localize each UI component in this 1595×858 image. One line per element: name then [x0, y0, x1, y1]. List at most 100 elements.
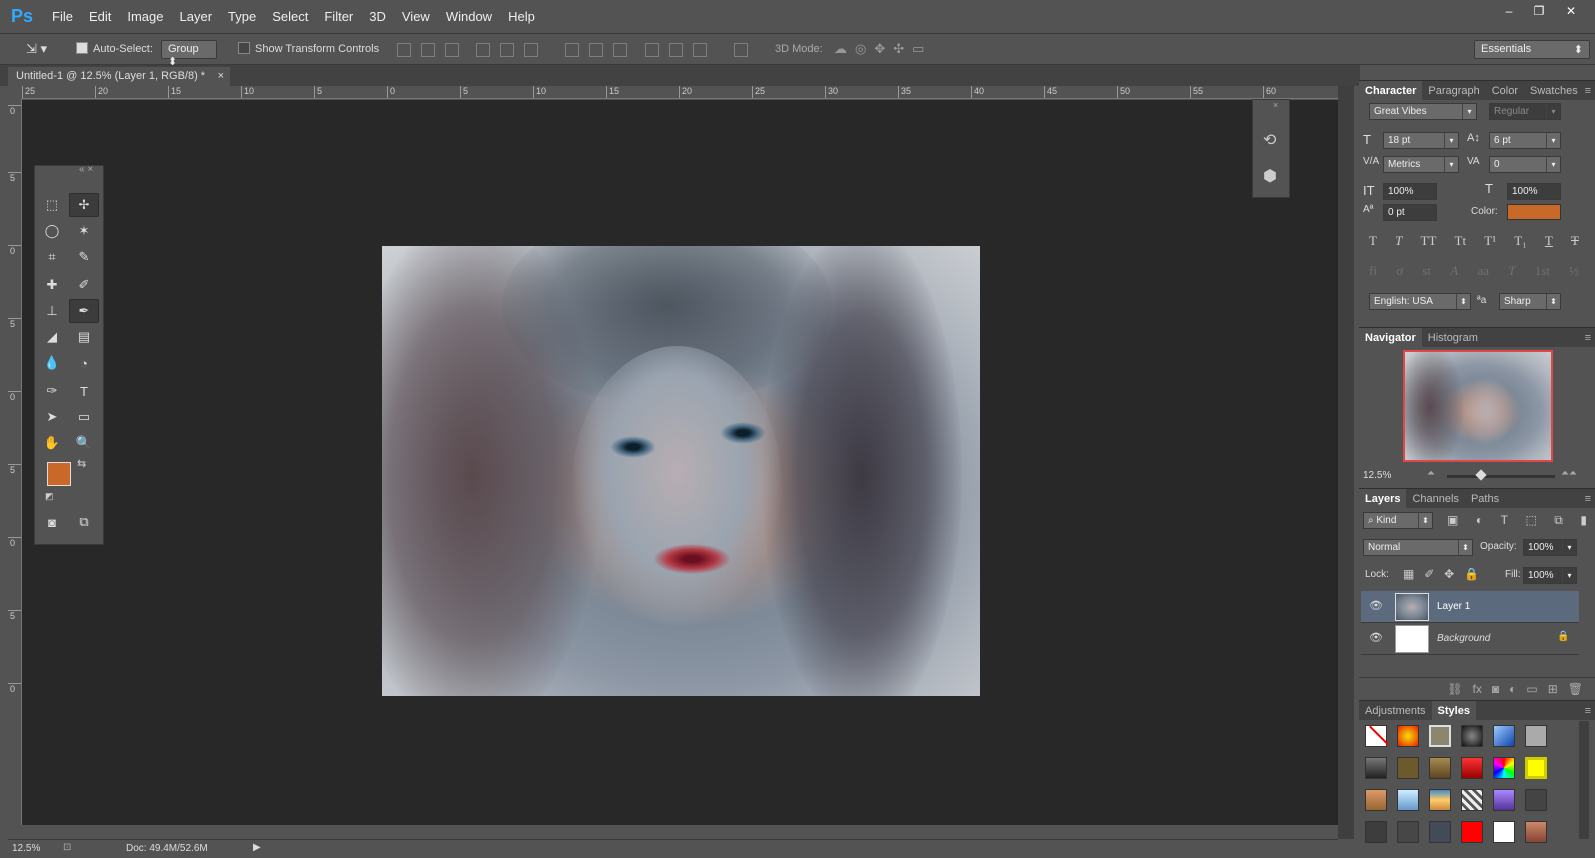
menu-view[interactable]: View	[394, 9, 438, 24]
default-colors-icon[interactable]: ◩	[45, 491, 54, 502]
panel-menu-icon[interactable]: ≡	[1585, 705, 1595, 717]
style-dark-gray[interactable]	[1365, 821, 1387, 843]
status-info-icon[interactable]: ⊡	[63, 842, 71, 853]
document-tab[interactable]: Untitled-1 @ 12.5% (Layer 1, RGB/8) * ×	[8, 67, 230, 86]
faux-bold-button[interactable]: T	[1369, 233, 1377, 249]
zoom-tool-icon[interactable]: 🔍	[69, 431, 99, 455]
vertical-scale-field[interactable]: 100%	[1383, 183, 1437, 200]
align-bottom-icon[interactable]	[445, 43, 459, 57]
align-left-icon[interactable]	[476, 43, 490, 57]
menu-filter[interactable]: Filter	[316, 9, 361, 24]
ligatures-button[interactable]: fi	[1369, 263, 1377, 279]
rectangular-marquee-tool-icon[interactable]: ⬚	[37, 193, 67, 217]
eye-icon[interactable]: 👁	[1369, 599, 1383, 612]
zoom-slider[interactable]	[1447, 475, 1555, 478]
ruler-origin[interactable]	[8, 86, 22, 99]
workspace-scrollbar[interactable]	[1338, 86, 1354, 839]
menu-select[interactable]: Select	[264, 9, 316, 24]
tab-channels[interactable]: Channels	[1406, 489, 1464, 508]
tab-paragraph[interactable]: Paragraph	[1422, 81, 1485, 100]
fill-field[interactable]: 100% ▾	[1523, 567, 1577, 584]
menu-edit[interactable]: Edit	[81, 9, 119, 24]
all-caps-button[interactable]: TT	[1421, 233, 1437, 249]
panel-menu-icon[interactable]: ≡	[1585, 332, 1595, 344]
horizontal-scale-field[interactable]: 100%	[1507, 183, 1561, 200]
3d-cube-icon[interactable]: ⬢	[1263, 166, 1277, 186]
style-pure-red[interactable]	[1461, 821, 1483, 843]
menu-layer[interactable]: Layer	[172, 9, 221, 24]
history-brush-tool-icon[interactable]: ✒	[69, 299, 99, 323]
eyedropper-tool-icon[interactable]: ✎	[69, 245, 99, 269]
style-dark[interactable]	[1365, 757, 1387, 779]
auto-align-icon[interactable]	[734, 43, 748, 57]
style-fire[interactable]	[1397, 725, 1419, 747]
style-bronze[interactable]	[1397, 757, 1419, 779]
style-none[interactable]	[1365, 725, 1389, 747]
type-tool-icon[interactable]: T	[69, 379, 99, 403]
menu-help[interactable]: Help	[500, 9, 543, 24]
style-white[interactable]	[1493, 821, 1515, 843]
group-select[interactable]: Group ⬍	[161, 40, 217, 68]
tab-histogram[interactable]: Histogram	[1422, 328, 1484, 347]
foreground-color-swatch[interactable]	[47, 462, 71, 486]
new-layer-icon[interactable]: ⊞	[1548, 682, 1558, 696]
style-button[interactable]	[1461, 725, 1483, 747]
layer-filter-kind[interactable]: ⌕ Kind ⬍	[1363, 512, 1433, 529]
new-group-icon[interactable]: ▭	[1526, 682, 1537, 696]
font-style-select[interactable]: Regular ▾	[1489, 103, 1561, 120]
3d-mode-icons[interactable]: ☁◎✥✣▭	[834, 41, 932, 57]
dodge-tool-icon[interactable]: ◔	[69, 351, 99, 375]
style-wood[interactable]	[1429, 757, 1451, 779]
ruler-top[interactable]: 25 20 15 10 5 0 5 10 15 20 25 30 35 40 4…	[22, 86, 1338, 99]
language-select[interactable]: English: USA ⬍	[1369, 293, 1471, 310]
style-copper[interactable]	[1525, 821, 1547, 843]
filter-pixel-icon[interactable]: ▣	[1447, 513, 1458, 528]
tab-color[interactable]: Color	[1486, 81, 1524, 100]
style-pattern[interactable]	[1461, 789, 1483, 811]
filter-smart-object-icon[interactable]: ⧉	[1554, 513, 1563, 528]
crop-tool-icon[interactable]: ⌗	[37, 245, 67, 269]
fractions-button[interactable]: ½	[1569, 263, 1579, 279]
faux-italic-button[interactable]: T	[1395, 233, 1402, 249]
style-red[interactable]	[1461, 757, 1483, 779]
workspace-select[interactable]: Essentials ⬍	[1474, 40, 1590, 59]
zoom-in-icon[interactable]: ⏶⏶	[1561, 468, 1577, 479]
screen-mode-icon[interactable]: ⧉	[69, 510, 99, 534]
eraser-tool-icon[interactable]: ◢	[37, 325, 67, 349]
clone-stamp-tool-icon[interactable]: ⊥	[37, 299, 67, 323]
delete-layer-icon[interactable]: 🗑	[1568, 682, 1583, 696]
stylistic-alternates-button[interactable]: aa	[1477, 263, 1489, 279]
ruler-left[interactable]: 0 5 0 5 0 5 0 5 0	[8, 99, 22, 825]
gradient-tool-icon[interactable]: ▤	[69, 325, 99, 349]
small-caps-button[interactable]: Tt	[1455, 233, 1467, 249]
style-frame[interactable]	[1429, 725, 1451, 747]
document-canvas[interactable]	[382, 246, 980, 696]
style-charcoal[interactable]	[1525, 789, 1547, 811]
swap-colors-icon[interactable]: ⇆	[77, 457, 86, 470]
lasso-tool-icon[interactable]: ◯	[37, 219, 67, 243]
tab-swatches[interactable]: Swatches	[1524, 81, 1584, 100]
style-orange[interactable]	[1365, 789, 1387, 811]
font-family-select[interactable]: Great Vibes ▾	[1369, 103, 1477, 120]
new-adjustment-icon[interactable]: ◐	[1509, 682, 1516, 696]
panel-menu-icon[interactable]: ≡	[1585, 493, 1595, 505]
layer-row-background[interactable]: 👁 Background 🔒	[1361, 623, 1579, 655]
panel-menu-icon[interactable]: ≡	[1585, 85, 1595, 97]
distribute-right-icon[interactable]	[693, 43, 707, 57]
menu-type[interactable]: Type	[220, 9, 264, 24]
history-icon[interactable]: ⟲	[1263, 130, 1276, 150]
tab-character[interactable]: Character	[1359, 81, 1423, 100]
link-layers-icon[interactable]: ⛓	[1447, 682, 1462, 696]
align-right-icon[interactable]	[524, 43, 538, 57]
healing-brush-tool-icon[interactable]: ✚	[37, 273, 67, 297]
collapse-toolbox-icon[interactable]: « ×	[79, 164, 93, 175]
text-color-swatch[interactable]	[1507, 204, 1561, 220]
tracking-field[interactable]: 0 ▾	[1489, 156, 1561, 173]
distribute-vcenter-icon[interactable]	[589, 43, 603, 57]
lock-all-icon[interactable]: 🔒	[1464, 567, 1479, 581]
menu-3d[interactable]: 3D	[361, 9, 394, 24]
style-mid-gray[interactable]	[1397, 821, 1419, 843]
subscript-button[interactable]: T₁	[1514, 233, 1526, 249]
lock-pixels-icon[interactable]: ✐	[1424, 567, 1434, 581]
blend-mode-select[interactable]: Normal ⬍	[1363, 539, 1473, 556]
